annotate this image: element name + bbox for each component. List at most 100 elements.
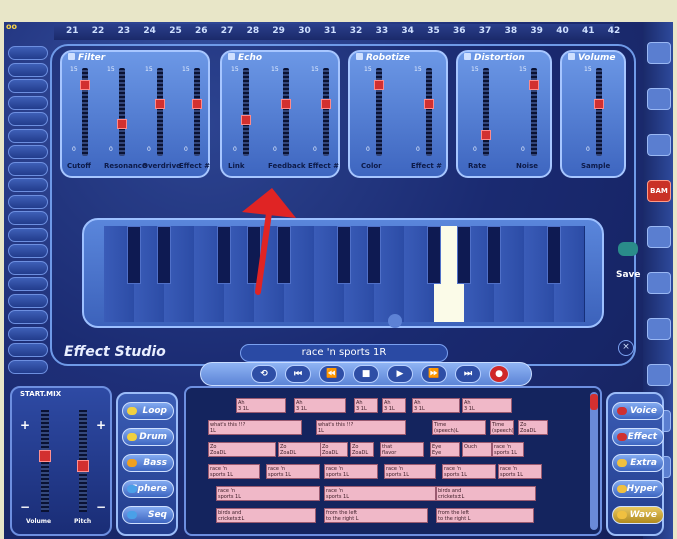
sample-clip[interactable]: race 'n sports 1L: [498, 464, 542, 479]
track-tube[interactable]: [8, 79, 48, 93]
sequencer-grid[interactable]: Ah 3 1L Ah 3 1L Ah 3 1L Ah 3 1L Ah 3 1L Ah 3 …: [184, 386, 602, 536]
category-drum-button[interactable]: Drum: [122, 428, 174, 446]
black-key[interactable]: [487, 226, 501, 284]
pitch-fader[interactable]: [76, 410, 90, 512]
rewind-button[interactable]: ⏪: [319, 365, 345, 383]
track-tube[interactable]: [8, 178, 48, 192]
spiral-icon[interactable]: [647, 272, 671, 294]
sample-clip[interactable]: that flavor: [380, 442, 424, 457]
sample-clip[interactable]: what's this !!? 1L: [208, 420, 302, 435]
track-tube[interactable]: [8, 194, 48, 209]
sample-clip[interactable]: Ah 3 1L: [236, 398, 286, 413]
sample-clip[interactable]: Time (speech)L: [432, 420, 486, 435]
volume-minus-button[interactable]: −: [20, 500, 30, 514]
sample-clip[interactable]: Zo ZoaDL: [208, 442, 276, 457]
sample-clip[interactable]: birds and crickets±L: [436, 486, 536, 501]
sample-clip[interactable]: Ouch: [462, 442, 492, 457]
sample-clip[interactable]: Zo ZoaDL: [320, 442, 348, 457]
sample-clip[interactable]: race 'n sports 1L: [324, 464, 378, 479]
filter-slider-knob[interactable]: [192, 99, 202, 109]
sample-clip[interactable]: race 'n sports 1L: [324, 486, 436, 501]
distortion-slider-knob[interactable]: [529, 80, 539, 90]
sample-clip[interactable]: Ah 3 1L: [382, 398, 406, 413]
distortion-slider[interactable]: 15 0: [519, 66, 541, 156]
sample-clip[interactable]: birds and crickets±L: [216, 508, 316, 523]
black-key[interactable]: [217, 226, 231, 284]
black-key[interactable]: [247, 226, 261, 284]
category-effect-button[interactable]: Effect: [612, 428, 664, 446]
stop-button[interactable]: ■: [353, 365, 379, 383]
category-voice-button[interactable]: Voice: [612, 402, 664, 420]
track-tube[interactable]: [8, 128, 48, 143]
sample-clip[interactable]: from the left to the right L: [436, 508, 534, 523]
robotize-slider[interactable]: 15 0: [364, 66, 386, 156]
filter-slider[interactable]: 15 0: [145, 66, 167, 156]
track-tube[interactable]: [8, 244, 48, 258]
category-wave-button[interactable]: Wave: [612, 506, 664, 524]
robotize-slider-knob[interactable]: [374, 80, 384, 90]
echo-slider[interactable]: 15 0: [271, 66, 293, 156]
filter-slider[interactable]: 15 0: [70, 66, 92, 156]
pitch-minus-button[interactable]: −: [96, 500, 106, 514]
filter-slider-knob[interactable]: [80, 80, 90, 90]
disk-icon[interactable]: [647, 318, 671, 340]
robotize-slider-knob[interactable]: [424, 99, 434, 109]
category-bass-button[interactable]: Bass: [122, 454, 174, 472]
volume-slider[interactable]: 15 0: [584, 66, 606, 156]
filter-slider-knob[interactable]: [117, 119, 127, 129]
sample-clip[interactable]: Eye Eye: [430, 442, 460, 457]
bam-sticker-icon[interactable]: BAM: [647, 180, 671, 202]
pitch-fader-knob[interactable]: [77, 460, 89, 472]
sample-clip[interactable]: from the left to the right L: [324, 508, 428, 523]
category-extra-button[interactable]: Extra: [612, 454, 664, 472]
sequencer-scrollbar[interactable]: [590, 392, 598, 530]
timer-icon[interactable]: [647, 226, 671, 248]
sample-clip[interactable]: Time (speech)L: [490, 420, 514, 435]
volume-fader[interactable]: [38, 410, 52, 512]
track-tube[interactable]: [8, 310, 48, 324]
track-tube[interactable]: [8, 161, 48, 176]
echo-slider-knob[interactable]: [321, 99, 331, 109]
black-key[interactable]: [367, 226, 381, 284]
sample-clip[interactable]: race 'n sports 1L: [208, 464, 260, 479]
sample-clip[interactable]: race 'n sports 1L: [216, 486, 320, 501]
volume-slider-knob[interactable]: [594, 99, 604, 109]
track-tube[interactable]: [8, 277, 48, 291]
filter-slider[interactable]: 15 0: [107, 66, 129, 156]
sample-clip[interactable]: Zo ZoaDL: [518, 420, 548, 435]
sequencer-scroll-thumb[interactable]: [590, 394, 598, 410]
track-tube[interactable]: [8, 62, 48, 77]
sample-clip[interactable]: race 'n sports 1L: [266, 464, 320, 479]
black-key[interactable]: [547, 226, 561, 284]
close-button[interactable]: ×: [618, 340, 634, 356]
distortion-slider-knob[interactable]: [481, 130, 491, 140]
sample-clip[interactable]: Ah 3 1L: [354, 398, 378, 413]
volume-plus-button[interactable]: +: [20, 418, 30, 432]
sample-clip[interactable]: race 'n sports 1L: [442, 464, 496, 479]
loop-button[interactable]: ⟲: [251, 365, 277, 383]
volume-fader-knob[interactable]: [39, 450, 51, 462]
fast-forward-button[interactable]: ⏩: [421, 365, 447, 383]
category-loop-button[interactable]: Loop: [122, 402, 174, 420]
black-key[interactable]: [427, 226, 441, 284]
echo-slider-knob[interactable]: [281, 99, 291, 109]
car-icon[interactable]: [647, 134, 671, 156]
track-tube[interactable]: [8, 112, 48, 126]
track-tube[interactable]: [8, 359, 48, 374]
robotize-slider[interactable]: 15 0: [414, 66, 436, 156]
character-icon[interactable]: [647, 88, 671, 110]
track-tube[interactable]: [8, 227, 48, 242]
black-key[interactable]: [127, 226, 141, 284]
track-tube[interactable]: [8, 260, 48, 275]
track-tube[interactable]: [8, 145, 48, 159]
echo-slider-knob[interactable]: [241, 115, 251, 125]
rewind-start-button[interactable]: ⏮: [285, 365, 311, 383]
black-key[interactable]: [457, 226, 471, 284]
filter-slider[interactable]: 15 0: [182, 66, 204, 156]
pitch-plus-button[interactable]: +: [96, 418, 106, 432]
star-icon[interactable]: [647, 364, 671, 386]
echo-slider[interactable]: 15 0: [311, 66, 333, 156]
bar-ruler[interactable]: 21 22 23 24 25 26 27 28 29 30 31 32 33 34 35 36 37 38 39 40…: [54, 24, 620, 40]
category-sphere-button[interactable]: Sphere: [122, 480, 174, 498]
sample-clip[interactable]: race 'n sports 1L: [492, 442, 524, 457]
